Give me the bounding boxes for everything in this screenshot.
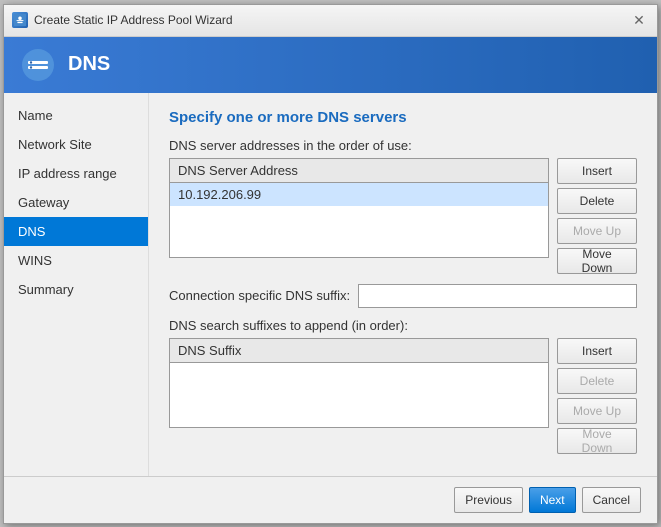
suffix-label: Connection specific DNS suffix: (169, 288, 350, 303)
sidebar-item-network-site[interactable]: Network Site (4, 130, 148, 159)
dns-delete-button[interactable]: Delete (557, 188, 637, 214)
suffix-table-body (170, 363, 548, 433)
suffix-row: Connection specific DNS suffix: (169, 284, 637, 308)
suffix-delete-button[interactable]: Delete (557, 368, 637, 394)
dns-table-container: DNS Server Address 10.192.206.99 (169, 158, 549, 258)
dns-move-up-button[interactable]: Move Up (557, 218, 637, 244)
dns-column-header: DNS Server Address (170, 159, 548, 183)
dns-icon (20, 47, 56, 83)
previous-button[interactable]: Previous (454, 487, 523, 513)
title-bar-icon (12, 12, 28, 28)
dns-section: DNS Server Address 10.192.206.99 Insert … (169, 158, 637, 274)
close-button[interactable]: ✕ (629, 10, 649, 30)
sidebar: Name Network Site IP address range Gatew… (4, 93, 149, 476)
dns-table-body: 10.192.206.99 (170, 183, 548, 253)
sidebar-item-name[interactable]: Name (4, 101, 148, 130)
title-bar-text: Create Static IP Address Pool Wizard (34, 13, 629, 27)
footer: Previous Next Cancel (4, 476, 657, 523)
dns-table-part: DNS Server Address 10.192.206.99 (169, 158, 549, 274)
suffix-column-header: DNS Suffix (170, 339, 548, 363)
dns-insert-button[interactable]: Insert (557, 158, 637, 184)
suffix-table-part: DNS Suffix (169, 338, 549, 454)
dns-table-label: DNS server addresses in the order of use… (169, 138, 637, 153)
wizard-window: Create Static IP Address Pool Wizard ✕ D… (3, 4, 658, 524)
main-panel: Specify one or more DNS servers DNS serv… (149, 93, 657, 476)
section-title: Specify one or more DNS servers (169, 109, 637, 126)
suffix-section: DNS Suffix Insert Delete Move Up Move Do… (169, 338, 637, 454)
suffix-move-up-button[interactable]: Move Up (557, 398, 637, 424)
cancel-button[interactable]: Cancel (582, 487, 641, 513)
suffix-input[interactable] (358, 284, 637, 308)
sidebar-item-dns[interactable]: DNS (4, 217, 148, 246)
suffix-table-container: DNS Suffix (169, 338, 549, 428)
sidebar-item-summary[interactable]: Summary (4, 275, 148, 304)
title-bar: Create Static IP Address Pool Wizard ✕ (4, 5, 657, 37)
suffix-table-label: DNS search suffixes to append (in order)… (169, 318, 637, 333)
sidebar-item-gateway[interactable]: Gateway (4, 188, 148, 217)
header-band: DNS (4, 37, 657, 93)
dns-table-row[interactable]: 10.192.206.99 (170, 183, 548, 206)
next-button[interactable]: Next (529, 487, 576, 513)
sidebar-item-ip-address-range[interactable]: IP address range (4, 159, 148, 188)
dns-move-down-button[interactable]: Move Down (557, 248, 637, 274)
sidebar-item-wins[interactable]: WINS (4, 246, 148, 275)
content-area: Name Network Site IP address range Gatew… (4, 93, 657, 476)
dns-button-group: Insert Delete Move Up Move Down (557, 158, 637, 274)
suffix-button-group: Insert Delete Move Up Move Down (557, 338, 637, 454)
suffix-move-down-button[interactable]: Move Down (557, 428, 637, 454)
header-title: DNS (68, 53, 110, 76)
suffix-insert-button[interactable]: Insert (557, 338, 637, 364)
